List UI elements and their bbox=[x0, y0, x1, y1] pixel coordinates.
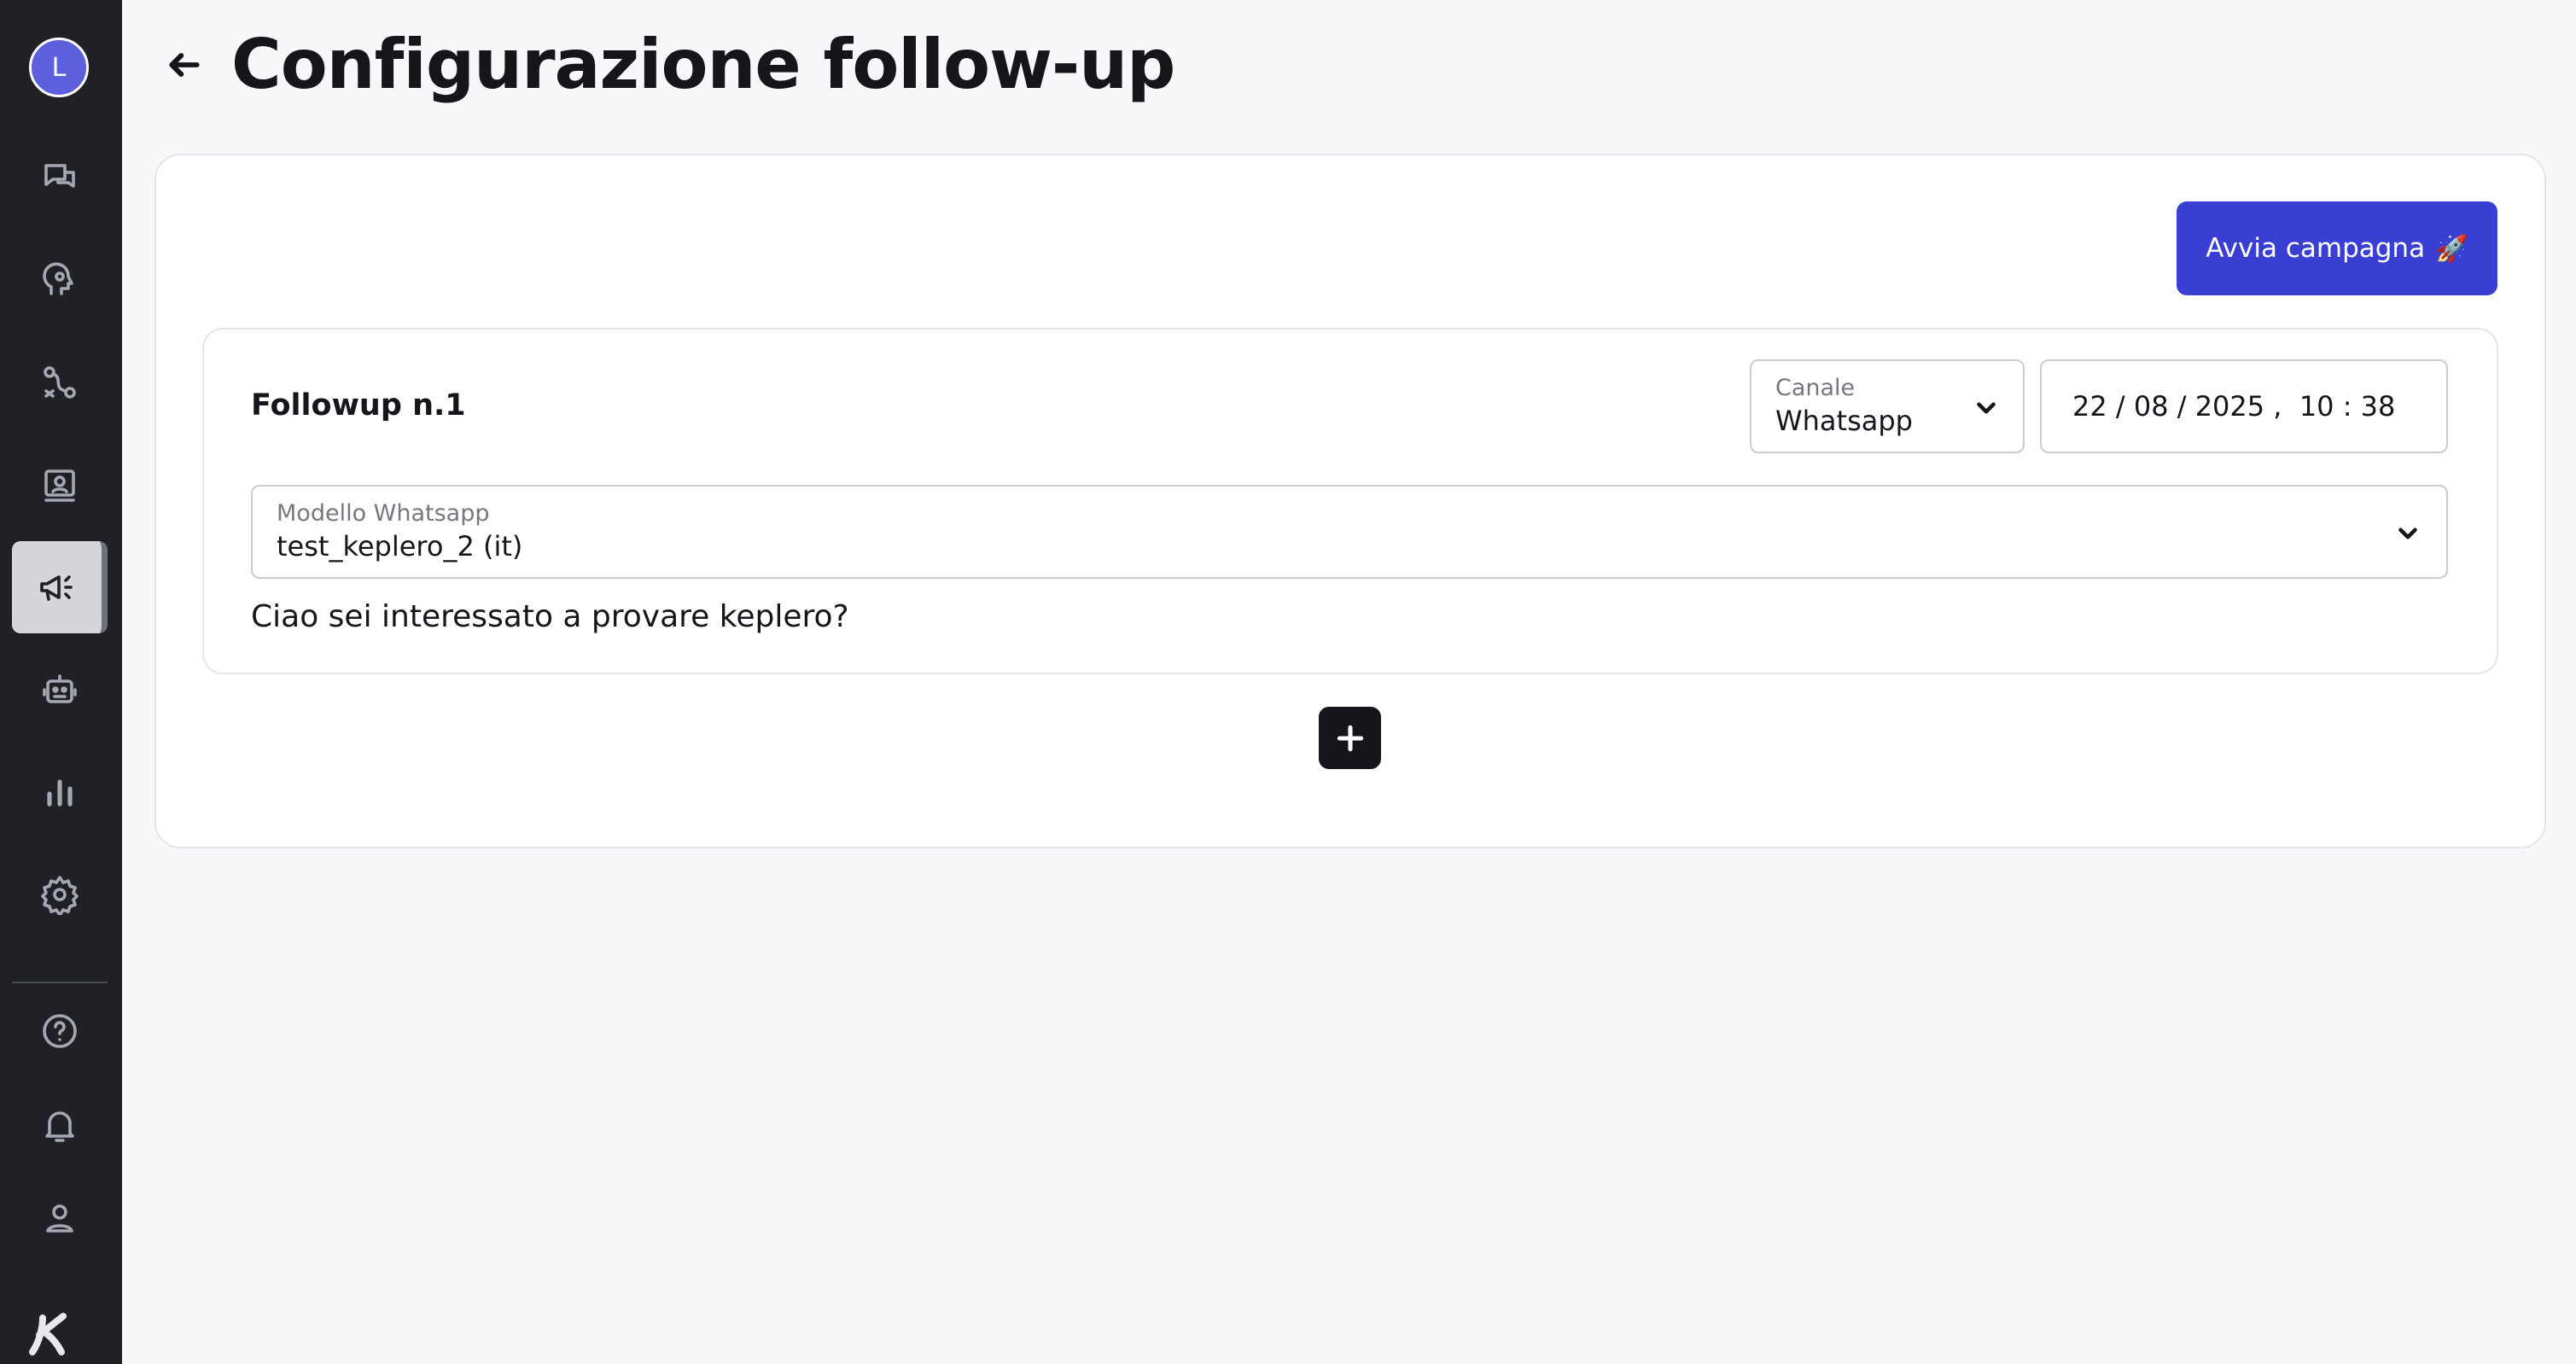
datetime-input[interactable]: 22 / 08 / 2025 , 10 : 38 bbox=[2040, 359, 2448, 453]
arrow-left-icon bbox=[169, 53, 200, 77]
sidebar-item-settings[interactable] bbox=[12, 848, 108, 941]
template-label: Modello Whatsapp bbox=[277, 500, 490, 527]
sidebar-item-analytics[interactable] bbox=[12, 746, 108, 838]
head-gear-icon bbox=[43, 262, 73, 295]
add-followup-button[interactable] bbox=[1319, 707, 1381, 769]
rocket-icon: 🚀 bbox=[2435, 233, 2468, 265]
brand-logo-icon bbox=[26, 1309, 73, 1357]
channel-select[interactable]: Canale Whatsapp bbox=[1750, 359, 2025, 453]
template-value: test_keplero_2 (it) bbox=[277, 530, 523, 563]
sidebar-item-contacts[interactable] bbox=[12, 439, 108, 531]
channel-value: Whatsapp bbox=[1775, 405, 1913, 437]
launch-campaign-label: Avvia campagna bbox=[2206, 233, 2426, 264]
plus-icon bbox=[1337, 725, 1363, 751]
chevron-down-icon bbox=[2393, 519, 2422, 548]
robot-icon bbox=[43, 674, 77, 703]
user-avatar[interactable]: L bbox=[29, 38, 89, 97]
sidebar-item-profile[interactable] bbox=[12, 1173, 108, 1265]
page-title: Configurazione follow-up bbox=[231, 25, 1175, 104]
chevron-down-icon bbox=[1972, 393, 2001, 423]
megaphone-icon bbox=[39, 575, 73, 601]
whatsapp-template-select[interactable]: Modello Whatsapp test_keplero_2 (it) bbox=[251, 485, 2448, 579]
followup-title: Followup n.1 bbox=[251, 388, 466, 423]
sidebar-item-conversations[interactable] bbox=[12, 131, 108, 224]
chat-icon bbox=[44, 164, 75, 188]
sidebar-item-bots[interactable] bbox=[12, 644, 108, 736]
user-icon bbox=[46, 1204, 73, 1233]
help-icon bbox=[43, 1014, 77, 1048]
sidebar-item-flows[interactable] bbox=[12, 336, 108, 428]
route-icon bbox=[44, 366, 76, 399]
bar-chart-icon bbox=[47, 779, 73, 807]
bell-icon bbox=[45, 1111, 74, 1142]
gear-icon bbox=[41, 876, 79, 915]
launch-campaign-button[interactable]: Avvia campagna 🚀 bbox=[2177, 201, 2497, 295]
sidebar-item-training[interactable] bbox=[12, 234, 108, 326]
sidebar-item-help[interactable] bbox=[12, 985, 108, 1077]
sidebar-item-campaigns[interactable] bbox=[12, 541, 108, 633]
sidebar-divider bbox=[12, 982, 108, 983]
sidebar: L bbox=[0, 0, 122, 1364]
template-message-preview: Ciao sei interessato a provare keplero? bbox=[251, 599, 849, 634]
contacts-icon bbox=[44, 469, 75, 502]
back-button[interactable] bbox=[159, 39, 210, 90]
sidebar-item-notifications[interactable] bbox=[12, 1079, 108, 1171]
channel-label: Canale bbox=[1775, 375, 1856, 401]
